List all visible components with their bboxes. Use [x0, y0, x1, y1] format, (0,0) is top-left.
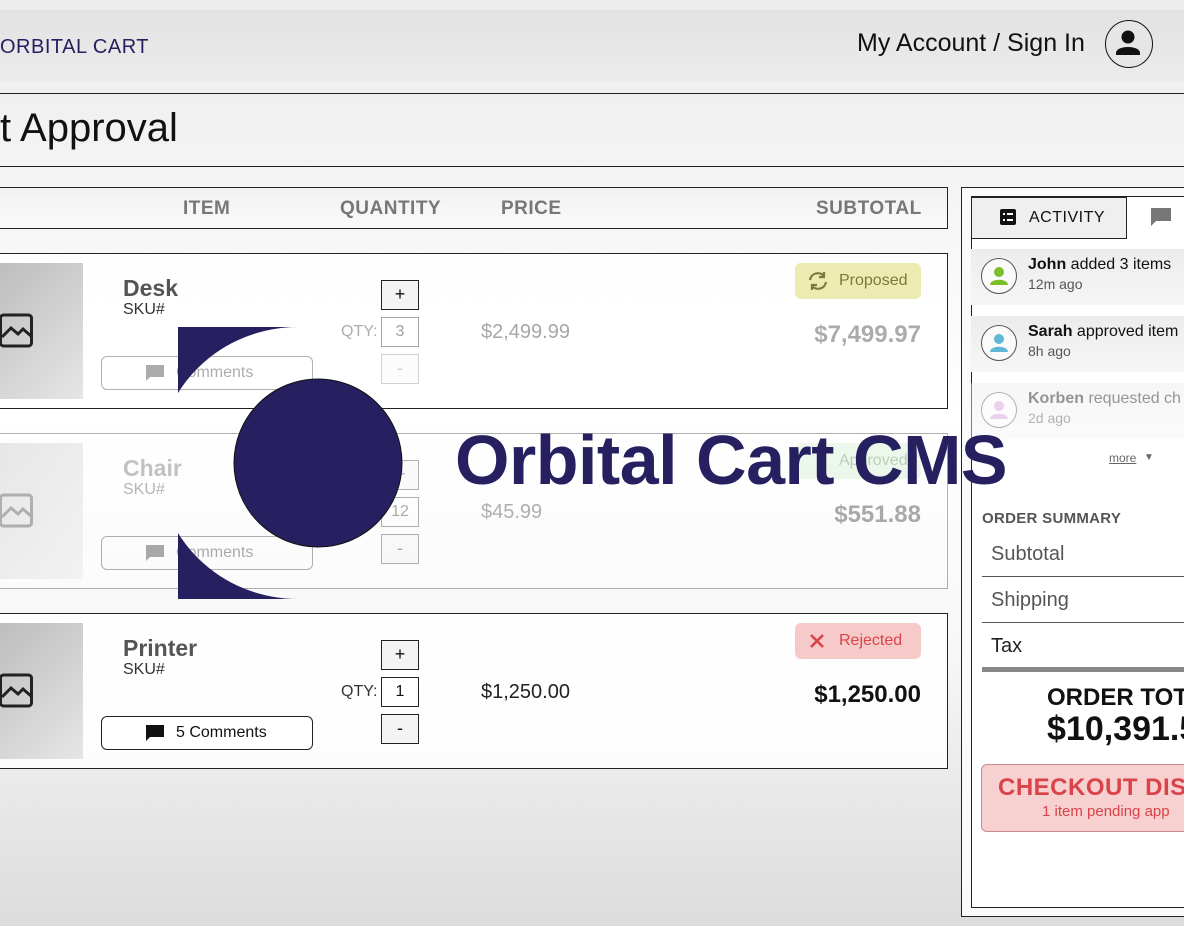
summary-label: Shipping — [991, 589, 1069, 611]
qty-increment-button[interactable]: + — [381, 280, 419, 310]
status-badge: Rejected — [795, 623, 921, 659]
status-label: Proposed — [839, 272, 908, 289]
comment-icon — [146, 725, 164, 741]
user-icon — [990, 334, 1008, 352]
image-placeholder-icon — [0, 673, 33, 708]
activity-action: requested ch — [1084, 390, 1181, 407]
qty-increment-button[interactable]: + — [381, 640, 419, 670]
image-placeholder-icon — [0, 493, 33, 528]
comment-icon[interactable] — [1151, 208, 1171, 226]
orbital-cart-logo — [178, 327, 403, 599]
cart-row-desk: Desk SKU# Comments + QTY: 3 - $2,499.99 … — [0, 253, 948, 409]
item-sku: SKU# — [123, 481, 165, 498]
activity-user: Sarah — [1028, 323, 1073, 340]
comment-icon — [146, 365, 164, 381]
activity-text: Sarah approved item — [1028, 323, 1178, 341]
user-avatar[interactable] — [1105, 20, 1153, 68]
tab-activity-label: ACTIVITY — [1029, 209, 1106, 226]
summary-label: Tax — [991, 635, 1023, 657]
activity-time: 8h ago — [1028, 343, 1071, 359]
comment-icon — [146, 545, 164, 561]
brand-name[interactable]: ORBITAL CART — [0, 36, 149, 59]
comments-label: 5 Comments — [176, 724, 267, 741]
summary-row-subtotal: Subtotal — [982, 530, 1184, 577]
user-icon — [1116, 30, 1140, 55]
qty-label: QTY: — [341, 683, 378, 700]
item-price: $2,499.99 — [481, 321, 570, 343]
status-badge: Proposed — [795, 263, 921, 299]
activity-text: Korben requested ch — [1028, 390, 1181, 408]
item-price: $1,250.00 — [481, 681, 570, 703]
item-subtotal: $7,499.97 — [814, 321, 921, 348]
qty-input[interactable]: 1 — [381, 677, 419, 707]
column-quantity: QUANTITY — [340, 198, 442, 219]
activity-action: approved item — [1072, 323, 1179, 340]
activity-user: Korben — [1028, 390, 1084, 407]
page-title: t Approval — [0, 106, 178, 150]
activity-item: John added 3 items 12m ago — [971, 249, 1184, 305]
tab-activity[interactable]: ACTIVITY — [971, 197, 1127, 239]
avatar — [981, 325, 1017, 361]
activity-user: John — [1028, 256, 1067, 273]
item-name: Desk — [123, 275, 178, 301]
avatar — [981, 258, 1017, 294]
checkout-subtext: 1 item pending app — [1042, 803, 1170, 820]
checkout-label: CHECKOUT DIS — [998, 774, 1184, 801]
summary-label: Subtotal — [991, 543, 1065, 565]
watermark-text: Orbital Cart CMS — [455, 421, 1008, 499]
item-sku: SKU# — [123, 661, 165, 678]
user-icon — [990, 267, 1008, 285]
order-summary-heading: ORDER SUMMARY — [982, 510, 1122, 527]
cart-table-header — [0, 187, 948, 229]
item-price: $45.99 — [481, 501, 543, 523]
cart-row-printer: Printer SKU# 5 Comments + QTY: 1 - $1,25… — [0, 613, 948, 769]
qty-decrement-button[interactable]: - — [381, 714, 419, 744]
activity-time: 2d ago — [1028, 410, 1071, 426]
refresh-icon — [808, 272, 828, 290]
item-subtotal: $1,250.00 — [814, 681, 921, 708]
close-icon — [810, 634, 824, 648]
product-thumbnail — [0, 263, 83, 399]
item-name: Printer — [123, 635, 198, 661]
status-label: Rejected — [839, 632, 903, 649]
column-subtotal: SUBTOTAL — [816, 198, 922, 219]
comments-button[interactable]: 5 Comments — [101, 716, 313, 750]
item-name: Chair — [123, 455, 182, 481]
item-subtotal: $551.88 — [834, 501, 921, 528]
item-sku: SKU# — [123, 301, 165, 318]
summary-divider — [982, 667, 1184, 672]
activity-text: John added 3 items — [1028, 256, 1171, 274]
activity-action: added 3 items — [1066, 256, 1172, 273]
account-link[interactable]: My Account / Sign In — [857, 29, 1085, 58]
column-item: ITEM — [183, 198, 231, 219]
list-icon — [1000, 209, 1016, 225]
product-thumbnail — [0, 623, 83, 759]
chevron-down-icon[interactable]: ▼ — [1144, 452, 1154, 463]
activity-time: 12m ago — [1028, 276, 1083, 292]
more-link[interactable]: more — [1109, 451, 1136, 465]
summary-row-tax: Tax — [982, 622, 1184, 668]
column-price: PRICE — [501, 198, 562, 219]
activity-item: Sarah approved item 8h ago — [971, 316, 1184, 372]
checkout-button[interactable]: CHECKOUT DIS 1 item pending app — [981, 764, 1184, 832]
image-placeholder-icon — [0, 313, 33, 348]
order-total-value: $10,391.5 — [1047, 710, 1184, 748]
product-thumbnail — [0, 443, 83, 579]
summary-row-shipping: Shipping — [982, 576, 1184, 623]
order-total-label: ORDER TOT — [1047, 684, 1184, 711]
title-divider — [0, 166, 1184, 167]
header-divider — [0, 93, 1184, 94]
